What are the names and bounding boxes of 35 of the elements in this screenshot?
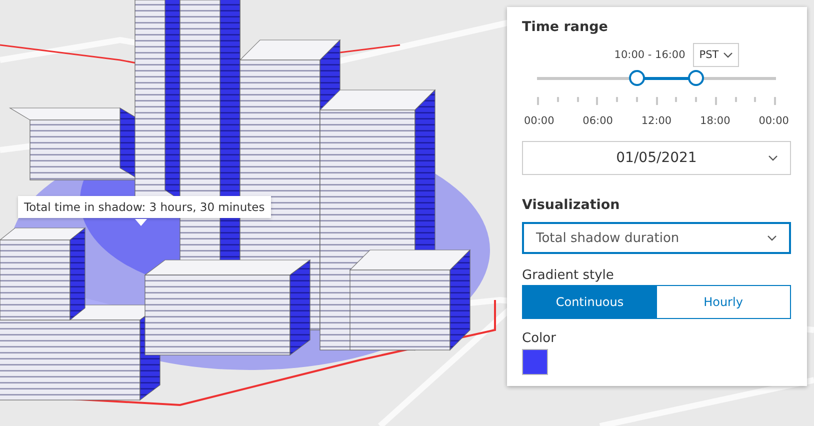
tick-mark	[576, 97, 578, 102]
tick-mark	[734, 97, 736, 102]
time-range-text: 10:00 - 16:00	[614, 49, 686, 61]
tick-mark	[656, 97, 658, 105]
tick-label: 00:00	[524, 115, 554, 127]
caret-icon	[768, 155, 778, 161]
field-label: Color	[522, 331, 557, 346]
tick-mark	[596, 97, 598, 105]
shadow-tooltip: Total time in shadow: 3 hours, 30 minutes	[18, 196, 271, 218]
timezone-dropdown[interactable]: PST	[693, 43, 739, 67]
slider-thumb[interactable]	[688, 70, 704, 86]
tick-mark	[616, 97, 618, 102]
tick-mark	[774, 97, 776, 105]
caret-icon	[767, 235, 777, 241]
segment-button[interactable]: Continuous	[523, 286, 656, 318]
tick-mark	[675, 97, 678, 102]
visualization-dropdown[interactable]: Total shadow duration	[522, 222, 791, 254]
date-field[interactable]: 01/05/2021	[522, 141, 791, 175]
tick-label: 06:00	[582, 115, 613, 127]
tick-mark	[714, 97, 717, 105]
field-label: Gradient style	[522, 268, 615, 283]
tick-label: 12:00	[641, 115, 672, 127]
tick-mark	[636, 97, 638, 102]
tick-mark	[754, 97, 756, 102]
tooltip-pointer	[135, 219, 147, 226]
caret-icon	[722, 52, 733, 58]
section-title: Visualization	[522, 197, 621, 213]
slider-thumb[interactable]	[628, 70, 645, 86]
tick-label: 18:00	[700, 115, 730, 127]
tick-mark	[695, 97, 697, 102]
tick-label: 00:00	[758, 115, 789, 127]
color-swatch[interactable]	[522, 349, 548, 375]
section-title: Time range	[522, 19, 609, 35]
tick-mark	[537, 97, 539, 105]
tick-mark	[556, 97, 559, 102]
